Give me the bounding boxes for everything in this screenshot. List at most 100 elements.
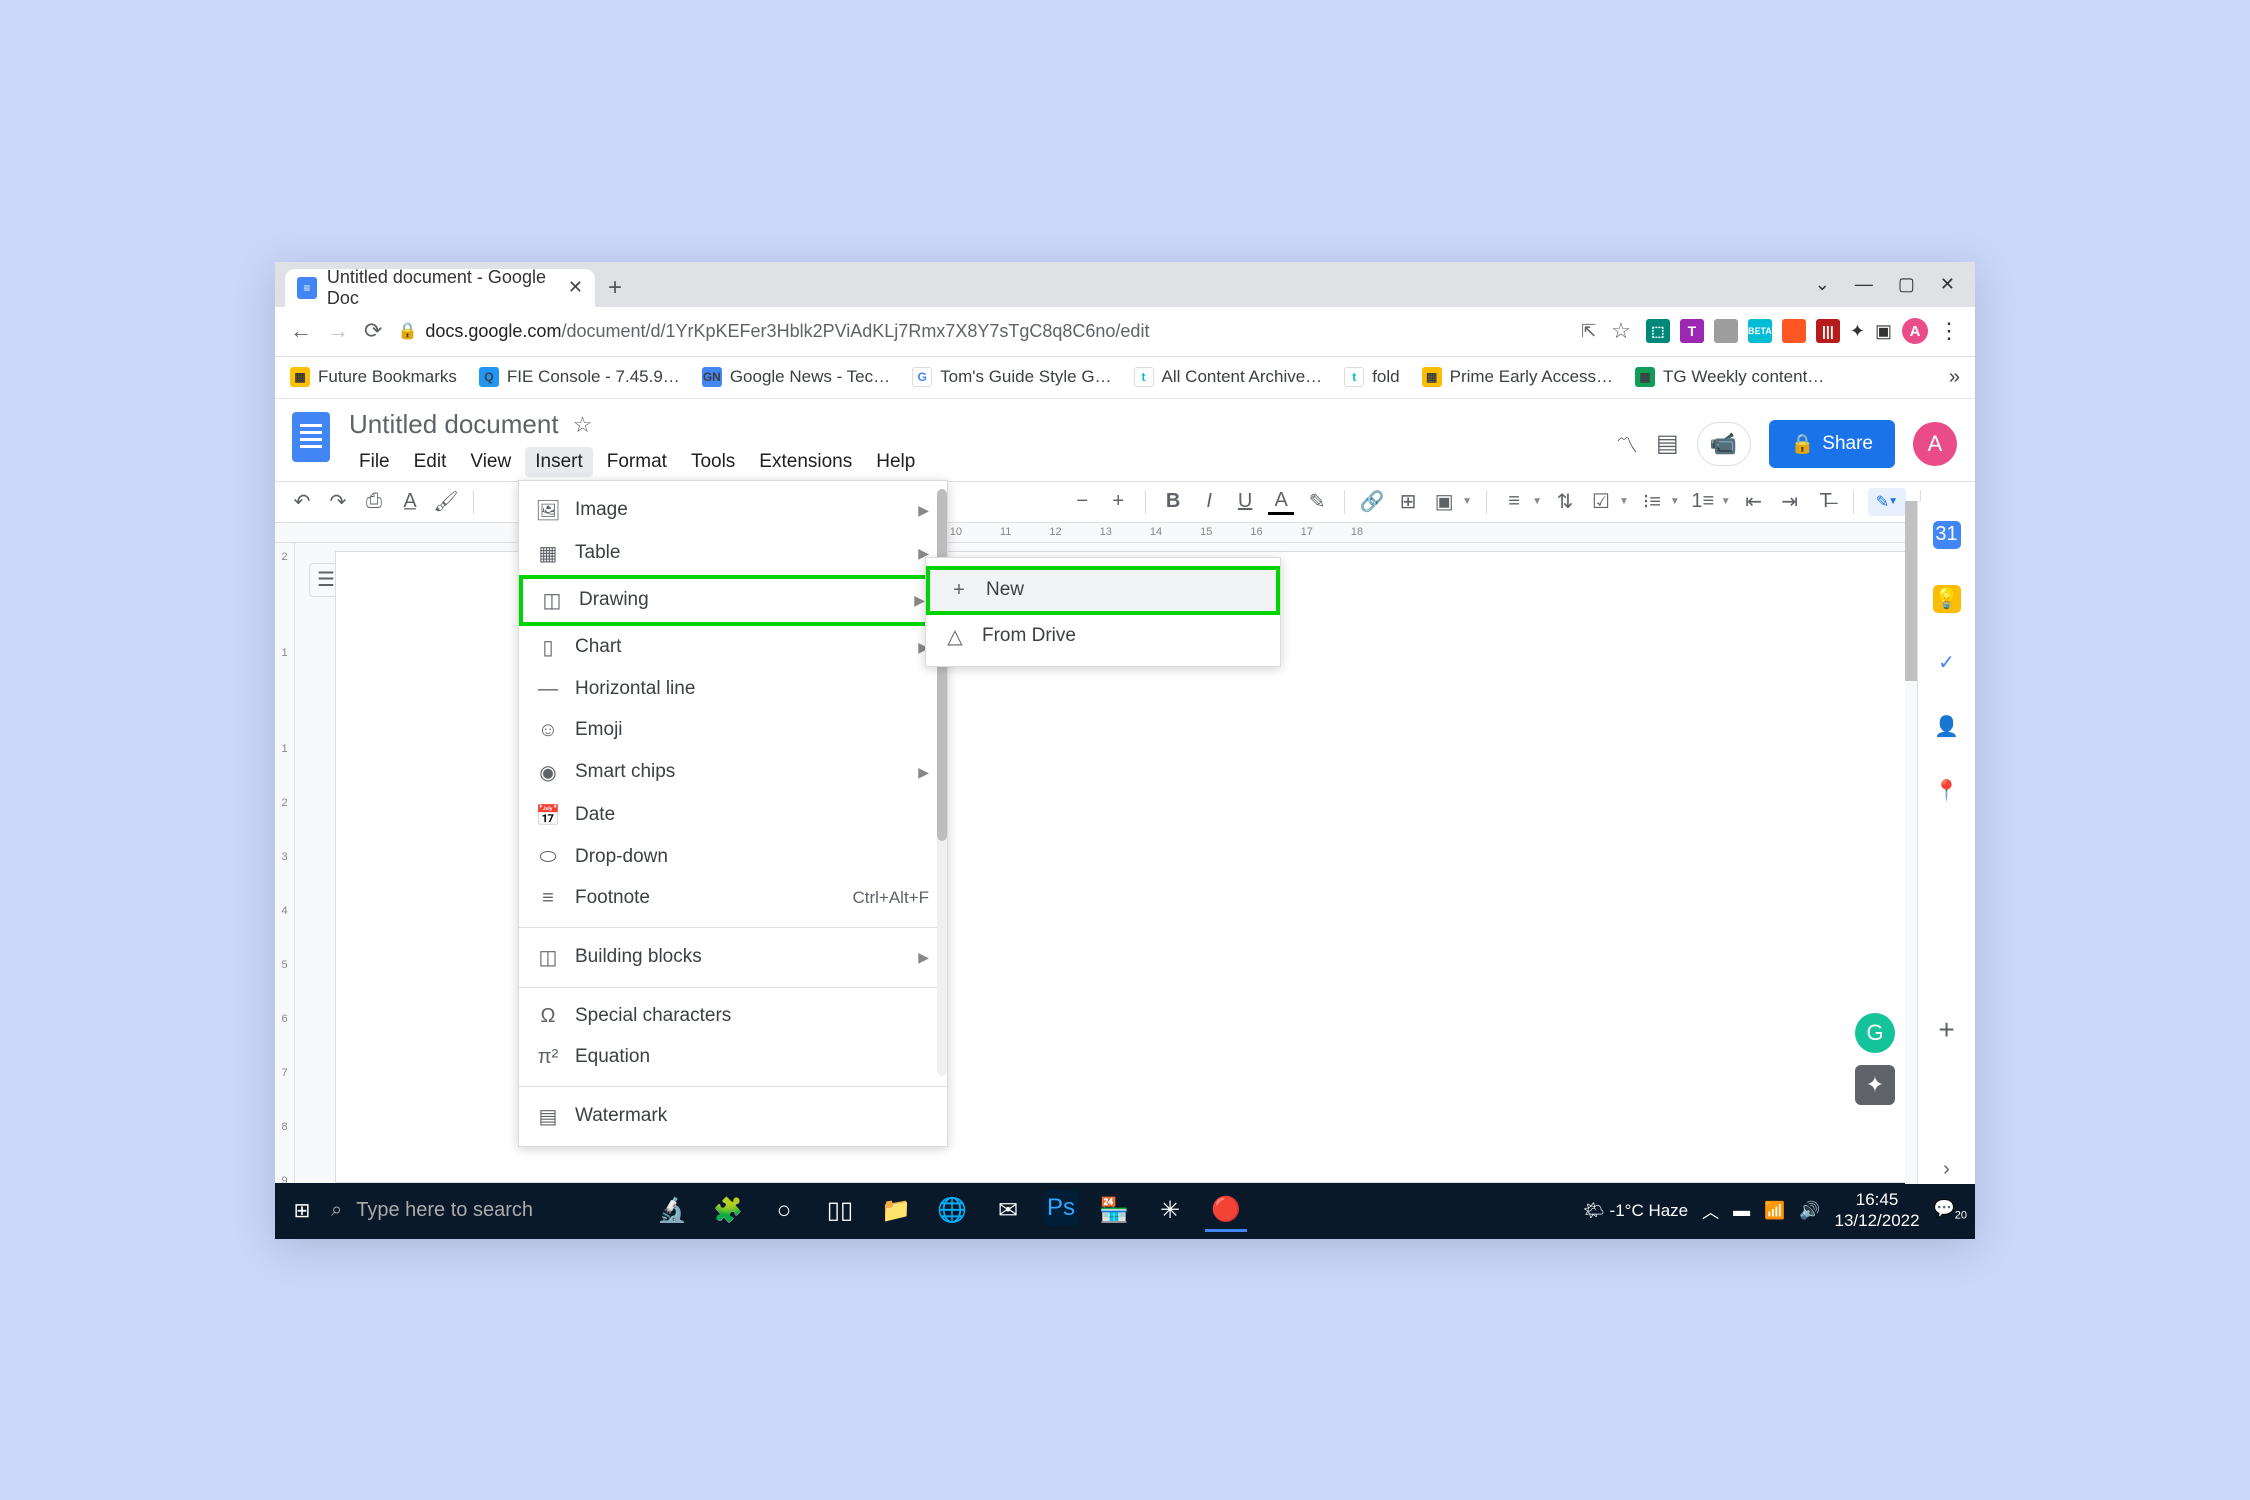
profile-avatar[interactable]: A (1913, 422, 1957, 466)
menu-edit[interactable]: Edit (404, 447, 457, 477)
ext-icon-6[interactable]: ||| (1816, 319, 1840, 343)
store-icon[interactable]: 🏪 (1093, 1190, 1135, 1232)
close-window-icon[interactable]: ✕ (1940, 274, 1955, 295)
menu-insert-equation[interactable]: π²Equation (519, 1037, 947, 1078)
start-button[interactable]: ⊞ (283, 1192, 321, 1230)
menu-insert-drawing[interactable]: ◫Drawing▶ (519, 575, 947, 626)
align-icon[interactable]: ≡ (1501, 489, 1527, 515)
ext-icon-4[interactable]: BETA (1748, 319, 1772, 343)
indent-increase-icon[interactable]: ⇥ (1777, 489, 1803, 515)
edge-icon[interactable]: 🌐 (931, 1190, 973, 1232)
collapse-panel-icon[interactable]: › (1933, 1156, 1961, 1184)
menu-insert-emoji[interactable]: ☺Emoji (519, 710, 947, 751)
insert-image-icon[interactable]: ▣ (1431, 489, 1457, 515)
vertical-scrollbar[interactable] (1905, 501, 1917, 1184)
redo-icon[interactable]: ↷ (325, 489, 351, 515)
line-spacing-icon[interactable]: ⇅ (1552, 489, 1578, 515)
number-list-icon[interactable]: 1≡ (1690, 489, 1716, 515)
vertical-ruler[interactable]: 21123456789 (275, 543, 295, 1183)
forward-icon[interactable]: → (327, 318, 349, 344)
menu-insert-chart[interactable]: ▯Chart▶ (519, 626, 947, 669)
battery-icon[interactable]: ▬ (1733, 1201, 1750, 1221)
url-input[interactable]: 🔒 docs.google.com/document/d/1YrKpKEFer3… (397, 321, 1566, 342)
link-icon[interactable]: 🔗 (1359, 489, 1385, 515)
menu-insert-special-chars[interactable]: ΩSpecial characters (519, 996, 947, 1037)
panel-icon[interactable]: ▣ (1875, 321, 1892, 342)
ext-icon-3[interactable] (1714, 319, 1738, 343)
undo-icon[interactable]: ↶ (289, 489, 315, 515)
menu-insert-image[interactable]: 🖼Image▶ (519, 489, 947, 532)
weather-widget[interactable]: 🌤 -1°C Haze (1583, 1201, 1688, 1221)
reload-icon[interactable]: ⟳ (364, 318, 382, 344)
font-increase-icon[interactable]: + (1105, 489, 1131, 515)
calendar-icon[interactable]: 31 (1933, 521, 1961, 549)
notifications-icon[interactable]: 💬20 (1934, 1199, 1967, 1221)
menu-insert-dropdown[interactable]: ⬭Drop-down (519, 837, 947, 878)
minimize-icon[interactable]: — (1855, 274, 1873, 295)
indent-decrease-icon[interactable]: ⇤ (1741, 489, 1767, 515)
menu-format[interactable]: Format (597, 447, 677, 477)
menu-insert-table[interactable]: ▦Table▶ (519, 532, 947, 575)
clear-format-icon[interactable]: T̶ (1813, 489, 1839, 515)
add-icon[interactable]: + (1933, 1016, 1961, 1044)
underline-icon[interactable]: U (1232, 489, 1258, 515)
menu-tools[interactable]: Tools (681, 447, 745, 477)
volume-icon[interactable]: 🔊 (1799, 1201, 1820, 1221)
bookmark-item[interactable]: QFIE Console - 7.45.9… (479, 367, 680, 387)
text-color-icon[interactable]: A (1268, 489, 1294, 515)
italic-icon[interactable]: I (1196, 489, 1222, 515)
font-decrease-icon[interactable]: − (1069, 489, 1095, 515)
bold-icon[interactable]: B (1160, 489, 1186, 515)
slack-icon[interactable]: ✳ (1149, 1190, 1191, 1232)
submenu-from-drive[interactable]: △From Drive (926, 615, 1280, 658)
chrome-icon[interactable]: 🔴 (1205, 1190, 1247, 1232)
docs-logo-icon[interactable] (285, 407, 337, 467)
meet-button[interactable]: 📹 (1697, 422, 1751, 466)
close-icon[interactable]: ✕ (568, 277, 583, 298)
spellcheck-icon[interactable]: A̲ (397, 489, 423, 515)
browser-tab[interactable]: ≡ Untitled document - Google Doc ✕ (285, 269, 595, 307)
taskbar-search[interactable]: ⌕Type here to search (331, 1199, 641, 1222)
mail-icon[interactable]: ✉ (987, 1190, 1029, 1232)
share-button[interactable]: 🔒Share (1769, 420, 1895, 468)
maximize-icon[interactable]: ▢ (1898, 274, 1915, 295)
file-explorer-icon[interactable]: 📁 (875, 1190, 917, 1232)
menu-insert[interactable]: Insert (525, 447, 593, 477)
grammarly-icon[interactable]: G (1855, 1013, 1895, 1053)
bookmark-item[interactable]: ▦TG Weekly content… (1635, 367, 1824, 387)
menu-extensions[interactable]: Extensions (749, 447, 862, 477)
keep-icon[interactable]: 💡 (1933, 585, 1961, 613)
ext-icon-2[interactable]: T (1680, 319, 1704, 343)
bookmark-item[interactable]: tfold (1344, 367, 1399, 387)
menu-insert-footnote[interactable]: ≡FootnoteCtrl+Alt+F (519, 878, 947, 919)
paint-format-icon[interactable]: 🖌 (433, 489, 459, 515)
tray-expand-icon[interactable]: ︿ (1702, 1198, 1719, 1223)
taskbar-app-icon[interactable]: 🔬 (651, 1190, 693, 1232)
tasks-icon[interactable]: ✓ (1933, 649, 1961, 677)
extensions-icon[interactable]: ✦ (1850, 321, 1865, 342)
menu-help[interactable]: Help (866, 447, 925, 477)
bookmark-item[interactable]: GTom's Guide Style G… (912, 367, 1111, 387)
menu-file[interactable]: File (349, 447, 400, 477)
explore-button[interactable]: ✦ (1855, 1065, 1895, 1105)
ext-icon-1[interactable]: ⬚ (1646, 319, 1670, 343)
document-title[interactable]: Untitled document (349, 409, 559, 440)
wifi-icon[interactable]: 📶 (1764, 1201, 1785, 1221)
chevron-down-icon[interactable]: ⌄ (1815, 274, 1830, 295)
ext-icon-5[interactable] (1782, 319, 1806, 343)
share-url-icon[interactable]: ⇱ (1581, 321, 1596, 342)
menu-view[interactable]: View (460, 447, 521, 477)
highlight-icon[interactable]: ✎ (1304, 489, 1330, 515)
checklist-icon[interactable]: ☑ (1588, 489, 1614, 515)
activity-icon[interactable]: 〽 (1616, 428, 1638, 460)
bookmark-item[interactable]: GNGoogle News - Tec… (702, 367, 890, 387)
menu-insert-watermark[interactable]: ▤Watermark (519, 1095, 947, 1138)
bookmarks-overflow-icon[interactable]: » (1949, 366, 1960, 389)
contacts-icon[interactable]: 👤 (1933, 713, 1961, 741)
menu-insert-hr[interactable]: —Horizontal line (519, 669, 947, 710)
cortana-icon[interactable]: ○ (763, 1190, 805, 1232)
bullet-list-icon[interactable]: ⁝≡ (1639, 489, 1665, 515)
menu-insert-building-blocks[interactable]: ◫Building blocks▶ (519, 936, 947, 979)
bookmark-star-icon[interactable]: ☆ (1611, 318, 1631, 344)
new-tab-button[interactable]: + (595, 269, 635, 307)
